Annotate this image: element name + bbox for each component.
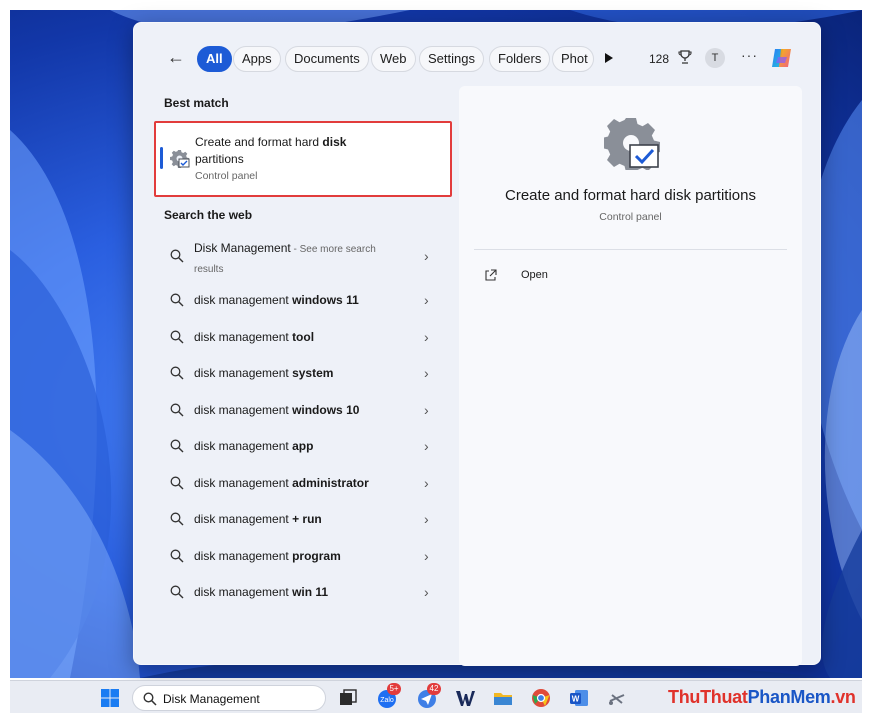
- taskbar-search-input[interactable]: [163, 690, 313, 707]
- web-suggestion-item[interactable]: disk management win 11 ›: [154, 575, 452, 609]
- svg-text:Zalo: Zalo: [380, 697, 394, 704]
- notification-badge: 42: [427, 683, 441, 695]
- messenger-app-icon[interactable]: 42: [416, 683, 441, 709]
- filter-chip-settings[interactable]: Settings: [419, 46, 484, 72]
- chevron-right-icon: ›: [424, 474, 429, 491]
- web-suggestion-item[interactable]: disk management windows 11 ›: [154, 283, 452, 317]
- chevron-right-icon: ›: [424, 401, 429, 418]
- file-explorer-icon[interactable]: [492, 687, 514, 709]
- search-icon: [170, 403, 184, 416]
- disk-management-gear-icon: [170, 150, 190, 168]
- web-suggestion-text: disk management tool: [194, 329, 315, 344]
- filter-chip-all[interactable]: All: [197, 46, 232, 72]
- search-panel: ← All Apps Documents Web Settings Folder…: [133, 22, 821, 666]
- preview-divider: [474, 249, 787, 250]
- search-icon: [170, 293, 184, 307]
- chevron-right-icon: ›: [424, 584, 429, 600]
- search-icon: [143, 692, 157, 706]
- web-suggestion-item[interactable]: Disk Management - See more search result…: [154, 237, 452, 277]
- web-suggestion-text: disk management windows 10: [194, 402, 360, 417]
- more-filters-play-icon[interactable]: [604, 52, 614, 64]
- watermark-logo: ThuThuatPhanMem.vn: [668, 687, 856, 707]
- web-suggestion-text: disk management app: [194, 439, 314, 453]
- search-icon: [170, 366, 184, 380]
- wps-writer-icon[interactable]: [454, 687, 476, 709]
- windows-start-icon[interactable]: [100, 688, 120, 708]
- open-external-icon: [485, 269, 497, 281]
- result-preview-pane: Create and format hard disk partitions C…: [459, 86, 802, 666]
- chevron-right-icon: ›: [424, 248, 429, 264]
- copilot-icon[interactable]: [769, 45, 795, 71]
- snipping-tool-icon[interactable]: [606, 687, 628, 709]
- disk-management-gear-icon: [604, 118, 660, 170]
- rewards-points: 128: [649, 52, 670, 66]
- svg-text:W: W: [572, 695, 580, 704]
- taskbar: Zalo 5+ 42 W ThuThuatPhanMem.vn: [10, 680, 862, 713]
- chevron-right-icon: ›: [424, 511, 429, 527]
- search-icon: [170, 476, 184, 489]
- web-suggestion-text: disk management program: [194, 548, 341, 563]
- chevron-right-icon: ›: [424, 547, 429, 564]
- open-label: Open: [521, 269, 548, 281]
- web-suggestion-item[interactable]: disk management windows 10 ›: [154, 393, 452, 427]
- more-options-icon[interactable]: ···: [741, 47, 758, 63]
- chevron-right-icon: ›: [424, 438, 429, 454]
- filter-chip-documents[interactable]: Documents: [285, 46, 369, 72]
- filter-chip-web[interactable]: Web: [371, 46, 416, 72]
- search-icon: [170, 249, 184, 263]
- search-web-heading: Search the web: [164, 208, 253, 222]
- filter-chip-folders[interactable]: Folders: [489, 46, 551, 72]
- web-suggestion-text: disk management windows 11: [194, 293, 359, 307]
- web-suggestion-text: disk management administrator: [194, 475, 369, 490]
- back-arrow-icon[interactable]: ←: [166, 48, 186, 68]
- web-suggestion-text: disk management system: [194, 366, 334, 380]
- best-match-title: Create and format hard disk partitions: [195, 135, 347, 166]
- web-suggestion-item[interactable]: disk management tool ›: [154, 320, 452, 354]
- chevron-right-icon: ›: [424, 365, 429, 381]
- web-suggestion-item[interactable]: disk management program ›: [154, 539, 452, 573]
- user-avatar[interactable]: T: [705, 48, 725, 68]
- task-view-icon[interactable]: [337, 687, 359, 709]
- chrome-browser-icon[interactable]: [530, 687, 552, 709]
- notification-badge: 5+: [387, 683, 401, 695]
- microsoft-word-icon[interactable]: W: [568, 687, 590, 709]
- search-icon: [170, 439, 184, 453]
- web-suggestion-text: disk management + run: [194, 512, 322, 526]
- open-action[interactable]: Open: [481, 266, 601, 288]
- best-match-subtitle: Control panel: [195, 170, 258, 182]
- filter-bar: ← All Apps Documents Web Settings Folder…: [134, 23, 820, 93]
- search-icon: [170, 549, 184, 562]
- web-suggestion-item[interactable]: disk management system ›: [154, 356, 452, 390]
- web-suggestion-item[interactable]: disk management app ›: [154, 429, 452, 463]
- best-match-result[interactable]: Create and format hard disk partitions C…: [154, 121, 452, 197]
- chevron-right-icon: ›: [424, 328, 429, 345]
- rewards-trophy-icon[interactable]: [677, 49, 693, 65]
- search-icon: [170, 585, 184, 599]
- chevron-right-icon: ›: [424, 292, 429, 308]
- web-suggestion-text: disk management win 11: [194, 585, 329, 599]
- best-match-heading: Best match: [164, 96, 229, 110]
- preview-title: Create and format hard disk partitions: [505, 187, 756, 204]
- web-suggestion-item[interactable]: disk management + run ›: [154, 502, 452, 536]
- filter-chip-photos[interactable]: Phot: [552, 46, 594, 72]
- search-icon: [170, 512, 184, 526]
- filter-chip-apps[interactable]: Apps: [233, 46, 281, 72]
- search-icon: [170, 330, 184, 343]
- web-suggestion-text: Disk Management - See more search result…: [194, 241, 376, 275]
- web-suggestion-item[interactable]: disk management administrator ›: [154, 466, 452, 500]
- selection-indicator: [160, 147, 163, 169]
- preview-subtitle: Control panel: [599, 211, 662, 223]
- zalo-app-icon[interactable]: Zalo 5+: [376, 683, 401, 709]
- taskbar-search-box[interactable]: [132, 685, 326, 711]
